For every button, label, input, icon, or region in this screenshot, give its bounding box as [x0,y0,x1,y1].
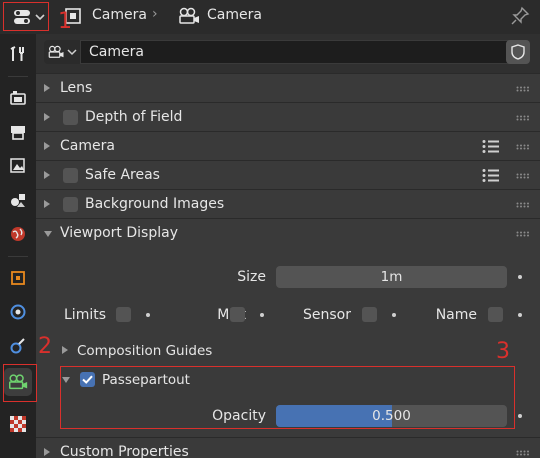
presets-list-icon[interactable] [482,139,500,154]
tab-render[interactable] [4,84,32,112]
breadcrumb-separator: › [152,6,158,22]
header-bar: Camera › Camera [0,0,540,34]
world-icon [11,227,25,241]
fake-user-button[interactable] [506,40,530,64]
limits-label: Limits [64,307,106,323]
drag-handle-icon[interactable] [516,231,530,237]
panel-custom-properties[interactable]: Custom Properties [36,437,540,458]
view-layer-icon [10,158,25,173]
drag-handle-icon[interactable] [516,202,530,208]
annotation-number-1: 1 [58,9,72,34]
panel-label: Safe Areas [85,167,160,183]
tabs-divider [8,76,28,77]
shield-icon [511,44,525,60]
panel-lens[interactable]: Lens [36,73,540,102]
tabs-divider [8,256,28,257]
panel-label: Custom Properties [60,444,189,458]
panel-background-images[interactable]: Background Images [36,189,540,218]
chevron-right-icon [44,142,50,150]
presets-list-icon[interactable] [482,168,500,183]
tool-icon [10,46,24,61]
tab-view-layer[interactable] [4,152,32,180]
panel-label: Lens [60,80,93,96]
annotation-box-3 [60,366,515,429]
sensor-label: Sensor [303,307,351,323]
camera-data-icon [48,45,64,58]
annotation-number-2: 2 [38,334,52,359]
drag-handle-icon[interactable] [516,86,530,92]
safe-areas-checkbox[interactable] [63,168,78,183]
tab-constraints[interactable] [4,332,32,360]
name-checkbox[interactable] [488,307,503,322]
size-label: Size [237,269,266,285]
tab-scene[interactable] [4,186,32,214]
subpanel-label: Composition Guides [77,343,213,359]
drag-handle-icon[interactable] [516,450,530,456]
chevron-right-icon [44,200,50,208]
chevron-right-icon [44,113,50,121]
panel-label: Background Images [85,196,225,212]
panel-safe-areas[interactable]: Safe Areas [36,160,540,189]
size-field[interactable]: 1m [276,266,507,288]
annotation-number-3: 3 [496,339,510,364]
panel-depth-of-field[interactable]: Depth of Field [36,102,540,131]
tab-world[interactable] [4,220,32,248]
render-icon [10,91,26,105]
sensor-checkbox[interactable] [362,307,377,322]
keyframe-dot[interactable] [146,313,150,317]
keyframe-dot[interactable] [518,313,522,317]
pin-icon[interactable] [510,6,530,26]
tab-tool[interactable] [4,40,32,68]
chevron-down-icon [67,49,77,56]
panel-label: Camera [60,138,115,154]
panel-label: Viewport Display [60,225,178,241]
tab-object[interactable] [4,264,32,292]
camera-data-icon [179,7,199,24]
annotation-box-2 [3,364,37,402]
panel-viewport-display[interactable]: Viewport Display [36,218,540,247]
tab-physics[interactable] [4,298,32,326]
datablock-selector: Camera [44,40,514,64]
output-icon [11,126,25,140]
mist-checkbox[interactable] [230,307,245,322]
panel-label: Depth of Field [85,109,183,125]
breadcrumb-object[interactable]: Camera [92,7,147,23]
texture-icon [10,416,26,432]
dof-checkbox[interactable] [63,110,78,125]
tab-texture[interactable] [4,410,32,438]
chevron-right-icon [44,448,50,456]
breadcrumb-camera-data[interactable]: Camera [207,7,262,23]
datablock-name-field[interactable]: Camera [80,40,514,64]
keyframe-dot[interactable] [392,313,396,317]
scene-icon [11,194,25,207]
background-images-checkbox[interactable] [63,197,78,212]
subpanel-composition-guides[interactable]: Composition Guides [36,336,540,365]
physics-icon [10,304,26,320]
name-label: Name [435,307,477,323]
keyframe-dot[interactable] [518,414,522,418]
chevron-down-icon [44,231,52,237]
keyframe-dot[interactable] [518,275,522,279]
limits-checkbox[interactable] [116,307,131,322]
constraints-icon [10,338,25,354]
drag-handle-icon[interactable] [516,144,530,150]
chevron-right-icon [62,346,68,354]
chevron-right-icon [44,171,50,179]
drag-handle-icon[interactable] [516,115,530,121]
panel-camera[interactable]: Camera [36,131,540,160]
object-icon [11,271,25,285]
annotation-box-1 [3,2,49,31]
browse-datablock-button[interactable] [44,40,80,64]
keyframe-dot[interactable] [260,313,264,317]
drag-handle-icon[interactable] [516,173,530,179]
tab-output[interactable] [4,118,32,146]
chevron-right-icon [44,84,50,92]
